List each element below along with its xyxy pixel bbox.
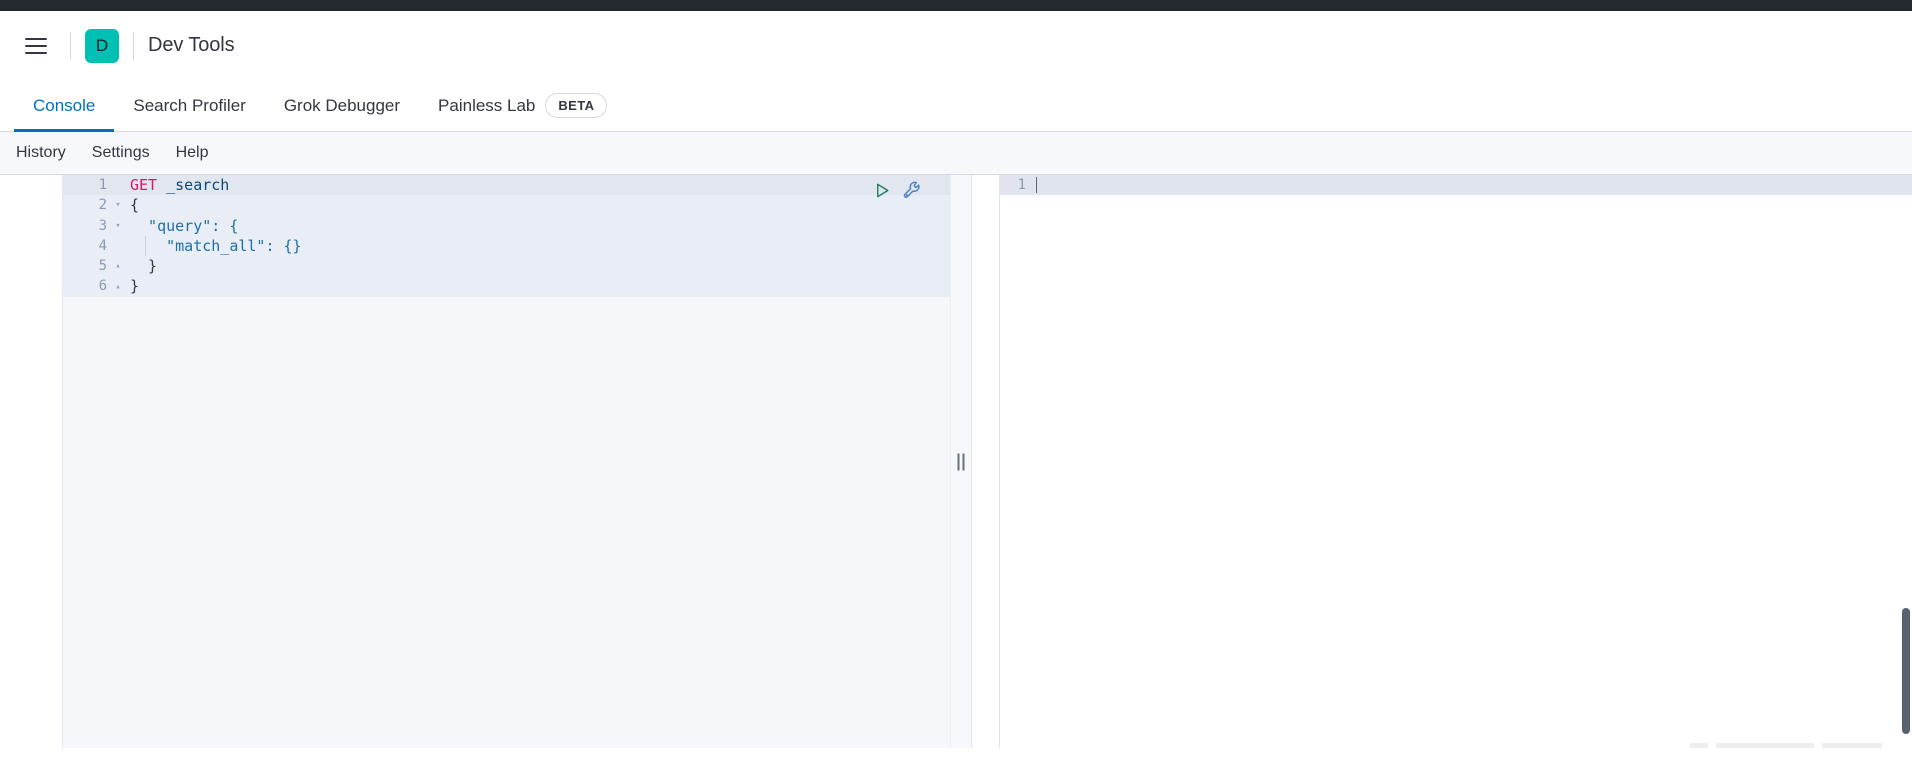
app-logo[interactable]: D xyxy=(85,28,119,63)
fold-toggle-6[interactable]: ▴ xyxy=(111,277,125,297)
line-number-2: 2 xyxy=(98,197,107,214)
subnav-item-settings[interactable]: Settings xyxy=(92,144,150,162)
grip-bar-2 xyxy=(962,453,965,470)
code-line-3[interactable]: 3 ▾ "query": { xyxy=(63,216,950,236)
tab-console-label: Console xyxy=(33,95,96,115)
code-line-4[interactable]: 4 "match_all": {} xyxy=(63,236,950,256)
code-line-5[interactable]: 5 ▴ } xyxy=(63,256,950,276)
ghost-seg-3 xyxy=(1822,743,1882,748)
indent-guide xyxy=(145,235,146,257)
hamburger-menu-icon[interactable] xyxy=(16,26,56,66)
request-editor-code[interactable]: 1 GET _search 2 ▾ { 3 ▾ "query": {4 "ma… xyxy=(63,175,950,748)
tab-search-profiler[interactable]: Search Profiler xyxy=(114,80,264,131)
ghost-seg-2 xyxy=(1716,743,1814,748)
tab-console[interactable]: Console xyxy=(14,80,115,132)
tab-grok-debugger-label: Grok Debugger xyxy=(283,95,401,115)
code-line-5-text: } xyxy=(130,257,158,276)
response-output-editor[interactable]: 1 xyxy=(1000,175,1912,748)
code-line-2-text: { xyxy=(130,196,140,215)
page-title: Dev Tools xyxy=(148,34,235,56)
offscreen-bottom-widget xyxy=(1690,742,1900,748)
code-line-3-text: "query": { xyxy=(130,216,239,235)
header-divider-2 xyxy=(133,31,134,60)
output-code-line-1[interactable]: 1 xyxy=(1000,175,1912,196)
line-number-3: 3 xyxy=(98,217,107,234)
main-tab-bar: Console Search Profiler Grok Debugger Pa… xyxy=(0,80,1912,132)
play-icon[interactable] xyxy=(874,182,891,199)
code-line-6[interactable]: 6 ▴ } xyxy=(63,276,950,296)
http-method-token: GET xyxy=(130,176,158,194)
top-dark-strip xyxy=(0,0,1912,11)
output-empty-area xyxy=(1000,195,1912,748)
tab-search-profiler-label: Search Profiler xyxy=(133,95,246,115)
hamburger-line-3 xyxy=(25,51,47,54)
hamburger-line-1 xyxy=(25,37,47,40)
output-text-caret xyxy=(1036,177,1037,194)
page-vertical-scrollbar[interactable] xyxy=(1902,608,1910,734)
console-body: 1 GET _search 2 ▾ { 3 ▾ "query": {4 "ma… xyxy=(0,175,1912,748)
tab-painless-lab[interactable]: Painless Lab BETA xyxy=(419,80,626,131)
line-number-4: 4 xyxy=(98,237,107,254)
subnav-item-history[interactable]: History xyxy=(16,144,66,162)
editor-left-margin xyxy=(0,175,62,748)
tab-grok-debugger[interactable]: Grok Debugger xyxy=(265,80,419,131)
ghost-seg-1 xyxy=(1690,743,1708,748)
code-line-1[interactable]: 1 GET _search xyxy=(63,175,950,196)
request-editor-pane[interactable]: 1 GET _search 2 ▾ { 3 ▾ "query": {4 "ma… xyxy=(0,175,950,748)
code-line-1-text: GET _search xyxy=(125,175,229,195)
fold-toggle-2[interactable]: ▾ xyxy=(111,195,125,215)
tab-painless-lab-label: Painless Lab xyxy=(438,95,536,115)
editor-action-icons xyxy=(874,181,921,199)
endpoint-token: _search xyxy=(157,176,230,194)
beta-badge: BETA xyxy=(545,93,608,118)
resize-grip-icon xyxy=(957,453,965,470)
line-number-6: 6 xyxy=(98,278,107,295)
code-line-2[interactable]: 2 ▾ { xyxy=(63,195,950,215)
pane-resize-handle[interactable] xyxy=(950,175,972,748)
app-header: D Dev Tools xyxy=(0,11,1912,80)
console-subnav: History Settings Help xyxy=(0,132,1912,175)
line-number-1: 1 xyxy=(98,177,107,193)
fold-toggle-3[interactable]: ▾ xyxy=(111,216,125,236)
header-divider-1 xyxy=(70,31,71,60)
line-number-5: 5 xyxy=(98,258,107,275)
hamburger-line-2 xyxy=(25,44,47,47)
response-output-pane[interactable]: 1 xyxy=(972,175,1912,748)
wrench-icon[interactable] xyxy=(903,181,921,199)
fold-toggle-5[interactable]: ▴ xyxy=(111,256,125,276)
request-editor[interactable]: 1 GET _search 2 ▾ { 3 ▾ "query": {4 "ma… xyxy=(62,175,950,748)
subnav-item-help[interactable]: Help xyxy=(176,144,209,162)
code-line-6-text: } xyxy=(130,277,140,296)
output-line-number-1: 1 xyxy=(1017,177,1026,194)
grip-bar-1 xyxy=(957,453,960,470)
code-line-4-text: "match_all": {} xyxy=(130,236,302,255)
output-left-margin xyxy=(972,175,1000,748)
